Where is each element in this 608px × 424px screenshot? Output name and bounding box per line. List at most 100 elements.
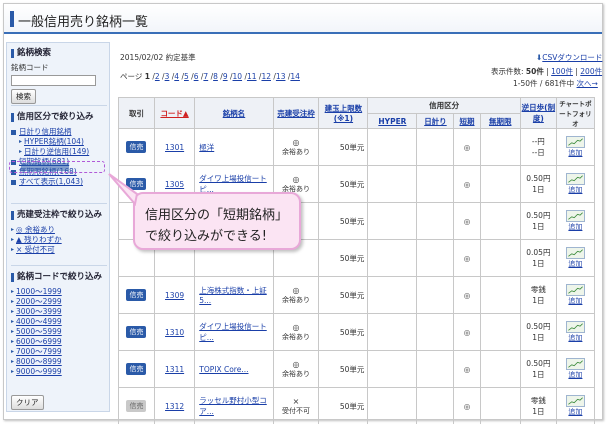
stock-name-link[interactable]: ラッセル野村小型コア... (199, 396, 267, 416)
order-status-mark: ◎ (292, 285, 300, 295)
stock-name-link[interactable]: ダイワ上場投信ートピ... (199, 174, 267, 194)
day-trade-cell (416, 350, 455, 388)
code-range-item[interactable]: ▸ 1000〜1999 (11, 287, 102, 297)
search-button[interactable]: 検索 (11, 89, 36, 104)
csv-download-link[interactable]: ⬇CSVダウンロード (536, 52, 602, 63)
credit-filter-item[interactable]: すべて表示(1,043) (11, 177, 94, 187)
page-link[interactable]: 14 (290, 72, 300, 81)
acceptance-heading: 売建受注枠で絞り込み (11, 209, 102, 222)
page-link[interactable]: 11 (247, 72, 257, 81)
header-short-order[interactable]: 売建受注枠 (272, 97, 320, 129)
chart-icon[interactable] (565, 173, 585, 185)
order-status-mark: ◎ (292, 322, 300, 332)
code-range-item[interactable]: ▸ 7000〜7999 (11, 347, 102, 357)
no-limit-cell (479, 276, 521, 314)
arrow-icon: ▸ (11, 338, 15, 345)
fee-days: 1日 (532, 370, 545, 379)
code-label: 銘柄コード (11, 63, 49, 72)
no-limit-cell (479, 239, 521, 277)
chart-icon[interactable] (565, 284, 585, 296)
highlight-short-term-filter (9, 161, 105, 173)
header-name[interactable]: 銘柄名 (194, 97, 274, 129)
acceptance-filter-item[interactable]: ▸ ▲ 残りわずか (11, 235, 102, 245)
add-portfolio-link[interactable]: 追加 (557, 222, 594, 232)
add-portfolio-link[interactable]: 追加 (557, 296, 594, 306)
page-title: 一般信用売り銘柄一覧 (18, 15, 149, 30)
code-cell: 1301 (153, 128, 196, 166)
acceptance-filter-item[interactable]: ▸ × 受付不可 (11, 245, 102, 255)
divider (11, 203, 107, 204)
chart-icon[interactable] (565, 358, 585, 370)
code-range-item[interactable]: ▸ 4000〜4999 (11, 317, 102, 327)
header-upper-limit[interactable]: 建玉上限数(※1) (318, 97, 369, 129)
order-status-note: 余裕あり (282, 369, 311, 378)
credit-filter-item[interactable]: ▸ HYPER銘柄(104) (11, 137, 94, 147)
chart-icon[interactable] (565, 321, 585, 333)
stock-code-link[interactable]: 1311 (165, 365, 184, 374)
code-input[interactable] (11, 75, 96, 86)
add-portfolio-link[interactable]: 追加 (557, 148, 594, 158)
header-chart-portfolio: チャートポートフォリオ (555, 97, 596, 129)
next-page-link[interactable]: 次へ→ (577, 79, 598, 88)
trade-cell: 信売 (118, 313, 155, 351)
header-no-limit[interactable]: 無期限 (479, 113, 521, 129)
stock-code-link[interactable]: 1305 (165, 180, 184, 189)
stock-code-link[interactable]: 1310 (165, 328, 184, 337)
callout-balloon: 信用区分の「短期銘柄」 で絞り込みができる! (133, 192, 301, 250)
stock-name-link[interactable]: 極洋 (199, 143, 214, 152)
arrow-icon: ▸ (19, 138, 23, 145)
short-sell-button[interactable]: 信売 (126, 363, 147, 375)
code-range-item[interactable]: ▸ 6000〜6999 (11, 337, 102, 347)
header-day-trade[interactable]: 日計り (416, 113, 455, 129)
acceptance-filter-item[interactable]: ▸ ◎ 余裕あり (11, 225, 102, 235)
code-filter-section: 銘柄コードで絞り込み ▸ 1000〜1999 ▸ 2000〜2999 ▸ 3000〜399… (11, 271, 102, 377)
add-portfolio-link[interactable]: 追加 (557, 407, 594, 417)
day-trade-cell (416, 387, 455, 424)
code-range-item[interactable]: ▸ 2000〜2999 (11, 297, 102, 307)
header-hyper[interactable]: HYPER (367, 113, 418, 129)
chart-cell: 追加 (555, 313, 596, 351)
stock-name-link[interactable]: TOPIX Core... (199, 365, 248, 374)
short-term-cell: ◎ (453, 165, 481, 203)
chart-icon[interactable] (565, 136, 585, 148)
page-link[interactable]: 12 (261, 72, 271, 81)
order-status-mark: × (292, 396, 300, 406)
header-reverse-fee[interactable]: 逆日歩(制度) (519, 97, 557, 129)
code-range-heading: 銘柄コードで絞り込み (11, 271, 102, 284)
code-range-item[interactable]: ▸ 3000〜3999 (11, 307, 102, 317)
day-trade-cell (416, 239, 455, 277)
stock-code-link[interactable]: 1312 (165, 402, 184, 411)
chart-icon[interactable] (565, 395, 585, 407)
stock-name-link[interactable]: ダイワ上場投信ートピ... (199, 322, 267, 342)
arrow-icon: ▸ (11, 288, 15, 295)
header-short-term[interactable]: 短期 (453, 113, 481, 129)
stock-code-link[interactable]: 1301 (165, 143, 184, 152)
header-code-sort[interactable]: コード▲ (153, 97, 196, 129)
clear-button[interactable]: クリア (11, 395, 44, 410)
no-limit-cell (479, 350, 521, 388)
credit-filter-section: 信用区分で絞り込み 日計り信用銘柄 ▸ HYPER銘柄(104) ▸ 日計り逆信用(14… (11, 111, 94, 187)
chart-icon[interactable] (565, 210, 585, 222)
display-count-100[interactable]: 100件 (551, 67, 573, 76)
code-range-item[interactable]: ▸ 8000〜8999 (11, 357, 102, 367)
arrow-icon: ▸ (11, 246, 15, 253)
chart-icon[interactable] (565, 247, 585, 259)
stock-code-link[interactable]: 1309 (165, 291, 184, 300)
fee-value: 0.50円 (526, 211, 551, 220)
add-portfolio-link[interactable]: 追加 (557, 185, 594, 195)
short-sell-button[interactable]: 信売 (126, 289, 147, 301)
credit-filter-item[interactable]: ▸ 日計り逆信用(149) (11, 147, 94, 157)
credit-filter-item[interactable]: 日計り信用銘柄 (11, 127, 94, 137)
add-portfolio-link[interactable]: 追加 (557, 259, 594, 269)
page-link[interactable]: 10 (233, 72, 243, 81)
stock-name-link[interactable]: 上海株式指数・上証5... (199, 286, 267, 305)
add-portfolio-link[interactable]: 追加 (557, 370, 594, 380)
fee-value: 0.50円 (526, 359, 551, 368)
add-portfolio-link[interactable]: 追加 (557, 333, 594, 343)
code-range-item[interactable]: ▸ 9000〜9999 (11, 367, 102, 377)
square-bullet-icon (11, 179, 16, 185)
short-sell-button[interactable]: 信売 (126, 141, 147, 153)
short-sell-button[interactable]: 信売 (126, 326, 147, 338)
display-count-200[interactable]: 200件 (580, 67, 602, 76)
code-range-item[interactable]: ▸ 5000〜5999 (11, 327, 102, 337)
